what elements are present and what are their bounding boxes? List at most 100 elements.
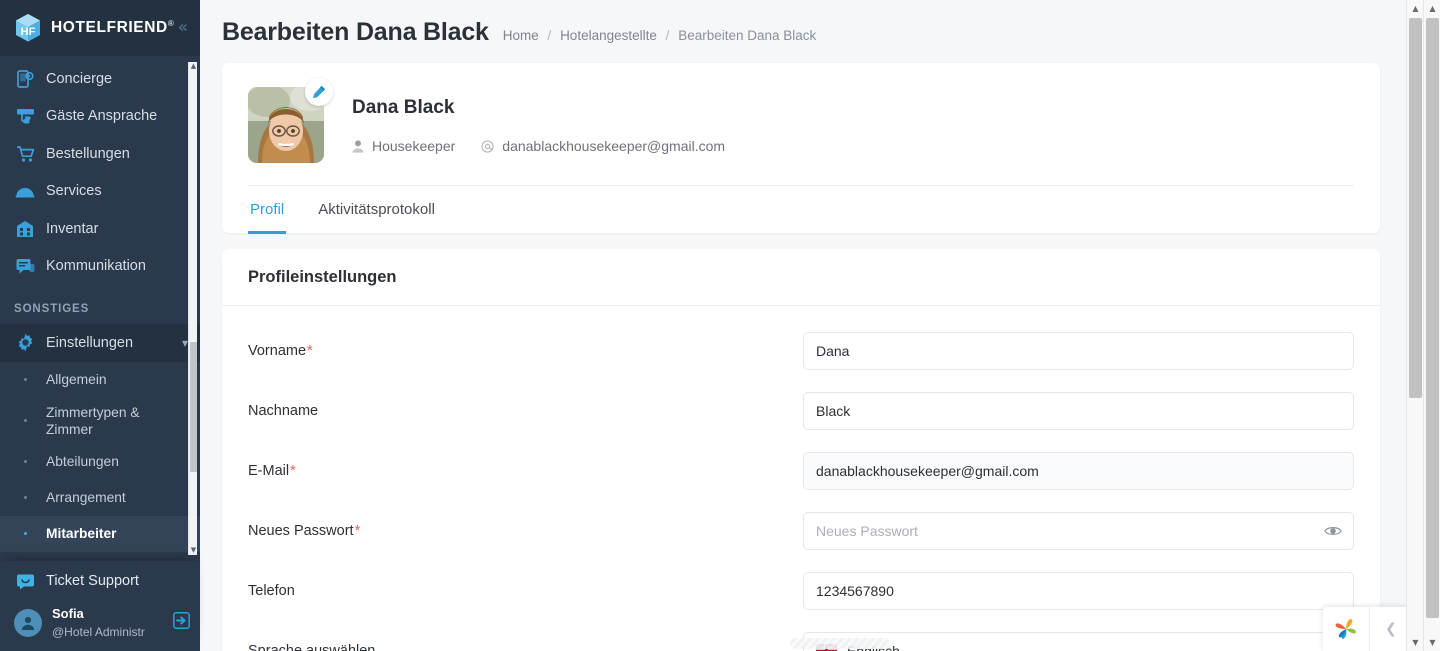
profile-meta: Housekeeper danablackhousekeeper@gmail.c… (352, 138, 751, 154)
sidebar-item-ticket-support[interactable]: Ticket Support (0, 561, 200, 601)
profile-role: Housekeeper (352, 138, 455, 154)
sidebar: HF HOTELFRIEND® « Concierge Gäste Anspra… (0, 0, 200, 651)
avatar (248, 78, 333, 163)
logout-arrow-icon[interactable] (173, 612, 190, 634)
sidebar-item-kommunikation[interactable]: Kommunikation (0, 248, 200, 286)
bullet-dot-icon (14, 419, 36, 423)
label-first-name: Vorname* (248, 343, 313, 359)
sidebar-collapse-button[interactable]: « (178, 19, 188, 37)
form-row-email: E-Mail* (248, 452, 1354, 490)
label-language: Sprache auswählen (248, 643, 376, 651)
profile-tabs: Profil Aktivitätsprotokoll (248, 185, 1354, 234)
sidebar-item-bestellungen[interactable]: Bestellungen (0, 135, 200, 173)
sidebar-subitem-abteilungen[interactable]: Abteilungen (0, 444, 200, 480)
chat-widget: ❮ (1323, 607, 1412, 651)
required-marker: * (354, 523, 361, 539)
inner-scrollbar-thumb[interactable] (1409, 18, 1422, 398)
sidebar-subitem-arrangement[interactable]: Arrangement (0, 480, 200, 516)
form-row-last-name: Nachname (248, 392, 1354, 430)
eye-icon[interactable] (1324, 525, 1342, 538)
guest-hand-icon (14, 106, 36, 126)
user-avatar-icon (14, 609, 42, 637)
browser-scrollbar-thumb[interactable] (1426, 18, 1439, 618)
email-input[interactable] (803, 452, 1354, 490)
pinwheel-logo-icon[interactable] (1323, 607, 1369, 651)
breadcrumb-item-hotelangestellte[interactable]: Hotelangestellte (560, 28, 657, 43)
sidebar-item-gaeste-ansprache[interactable]: Gäste Ansprache (0, 98, 200, 136)
sidebar-section-label: SONSTIGES (14, 303, 90, 315)
sidebar-item-einstellungen[interactable]: Einstellungen ▾ (0, 324, 200, 362)
profile-settings-form: Vorname* Nachname E-Mail* (222, 306, 1380, 651)
sidebar-subitem-mitarbeiter[interactable]: Mitarbeiter (0, 515, 200, 552)
browser-scrollbar[interactable]: ▲ ▼ (1423, 0, 1440, 651)
ticket-support-label: Ticket Support (46, 573, 139, 589)
cube-logo-icon: HF (14, 13, 42, 43)
scroll-up-arrow-icon[interactable]: ▲ (189, 62, 198, 71)
shopping-cart-icon (14, 144, 36, 164)
support-chat-icon (14, 573, 36, 590)
label-new-password: Neues Passwort* (248, 523, 361, 539)
form-row-first-name: Vorname* (248, 332, 1354, 370)
sidebar-item-label: Kommunikation (46, 258, 146, 274)
sidebar-footer: Ticket Support Sofia @Hotel Administr (0, 561, 200, 651)
new-password-input[interactable] (803, 512, 1354, 550)
breadcrumb-item-home[interactable]: Home (503, 28, 539, 43)
first-name-input[interactable] (803, 332, 1354, 370)
profile-summary-row: Dana Black Housekeeper danablackhousekee… (248, 78, 1354, 185)
sidebar-item-concierge[interactable]: Concierge (0, 60, 200, 98)
scroll-up-arrow-icon[interactable]: ▲ (1424, 0, 1440, 17)
sidebar-item-label: Concierge (46, 70, 113, 87)
page-header: Bearbeiten Dana Black Home / Hotelangest… (222, 0, 1380, 47)
profile-name: Dana Black (352, 97, 455, 118)
label-phone: Telefon (248, 583, 295, 599)
sidebar-scroll-area: Concierge Gäste Ansprache Bestellungen S… (0, 56, 200, 561)
sidebar-subitem-zimmertypen-zimmer[interactable]: Zimmertypen & Zimmer (0, 398, 200, 444)
sidebar-item-label: Bestellungen (46, 145, 130, 162)
required-marker: * (307, 343, 313, 359)
phone-input[interactable] (803, 572, 1354, 610)
app-root: HF HOTELFRIEND® « Concierge Gäste Anspra… (0, 0, 1440, 651)
profile-role-label: Housekeeper (372, 138, 456, 154)
person-icon (352, 139, 364, 153)
bullet-dot-icon (14, 532, 36, 536)
user-meta: Sofia @Hotel Administr (52, 605, 169, 641)
inventory-building-icon (14, 219, 36, 239)
sidebar-subitem-allgemein[interactable]: Allgemein (0, 362, 200, 398)
sidebar-subitem-label: Arrangement (46, 490, 126, 506)
scroll-down-arrow-icon[interactable]: ▼ (189, 546, 198, 555)
scroll-down-arrow-icon[interactable]: ▼ (1424, 634, 1440, 651)
sidebar-item-services[interactable]: Services (0, 173, 200, 211)
sidebar-subitem-automatisierung[interactable]: Automatisierung (0, 552, 200, 561)
scroll-down-arrow-icon[interactable]: ▼ (1407, 634, 1424, 651)
last-name-input[interactable] (803, 392, 1354, 430)
profile-info: Dana Black Housekeeper danablackhousekee… (352, 87, 751, 154)
profile-card: Dana Black Housekeeper danablackhousekee… (222, 63, 1380, 234)
form-row-phone: Telefon (248, 572, 1354, 610)
user-name: Sofia (52, 606, 84, 621)
sidebar-item-inventar[interactable]: Inventar (0, 210, 200, 248)
tab-aktivitaetsprotokoll[interactable]: Aktivitätsprotokoll (316, 187, 437, 234)
control-phone (803, 572, 1354, 610)
chat-bubble-icon (14, 256, 36, 276)
bullet-dot-icon (14, 460, 36, 464)
sidebar-scrollbar-thumb[interactable] (190, 342, 197, 472)
bullet-dot-icon (14, 378, 36, 381)
sidebar-user-profile[interactable]: Sofia @Hotel Administr (0, 601, 200, 645)
sidebar-scrollbar[interactable]: ▲ ▼ (188, 62, 197, 555)
settings-card-title: Profileinstellungen (248, 268, 397, 286)
page-title: Bearbeiten Dana Black (222, 18, 489, 46)
breadcrumb: Home / Hotelangestellte / Bearbeiten Dan… (503, 28, 817, 43)
label-email: E-Mail* (248, 463, 296, 479)
sidebar-logo-header: HF HOTELFRIEND® « (0, 0, 200, 56)
sidebar-subitem-label: Abteilungen (46, 454, 119, 470)
required-marker: * (290, 463, 296, 479)
bullet-dot-icon (14, 496, 36, 500)
room-service-tray-icon (14, 181, 36, 201)
tab-profil[interactable]: Profil (248, 187, 287, 234)
inner-page-scrollbar[interactable]: ▲ ▼ (1406, 0, 1423, 651)
pencil-edit-icon[interactable] (305, 78, 333, 106)
settings-card-header: Profileinstellungen (222, 249, 1380, 306)
scroll-up-arrow-icon[interactable]: ▲ (1407, 0, 1424, 17)
svg-text:HF: HF (21, 26, 36, 38)
concierge-mobile-icon (14, 69, 36, 89)
